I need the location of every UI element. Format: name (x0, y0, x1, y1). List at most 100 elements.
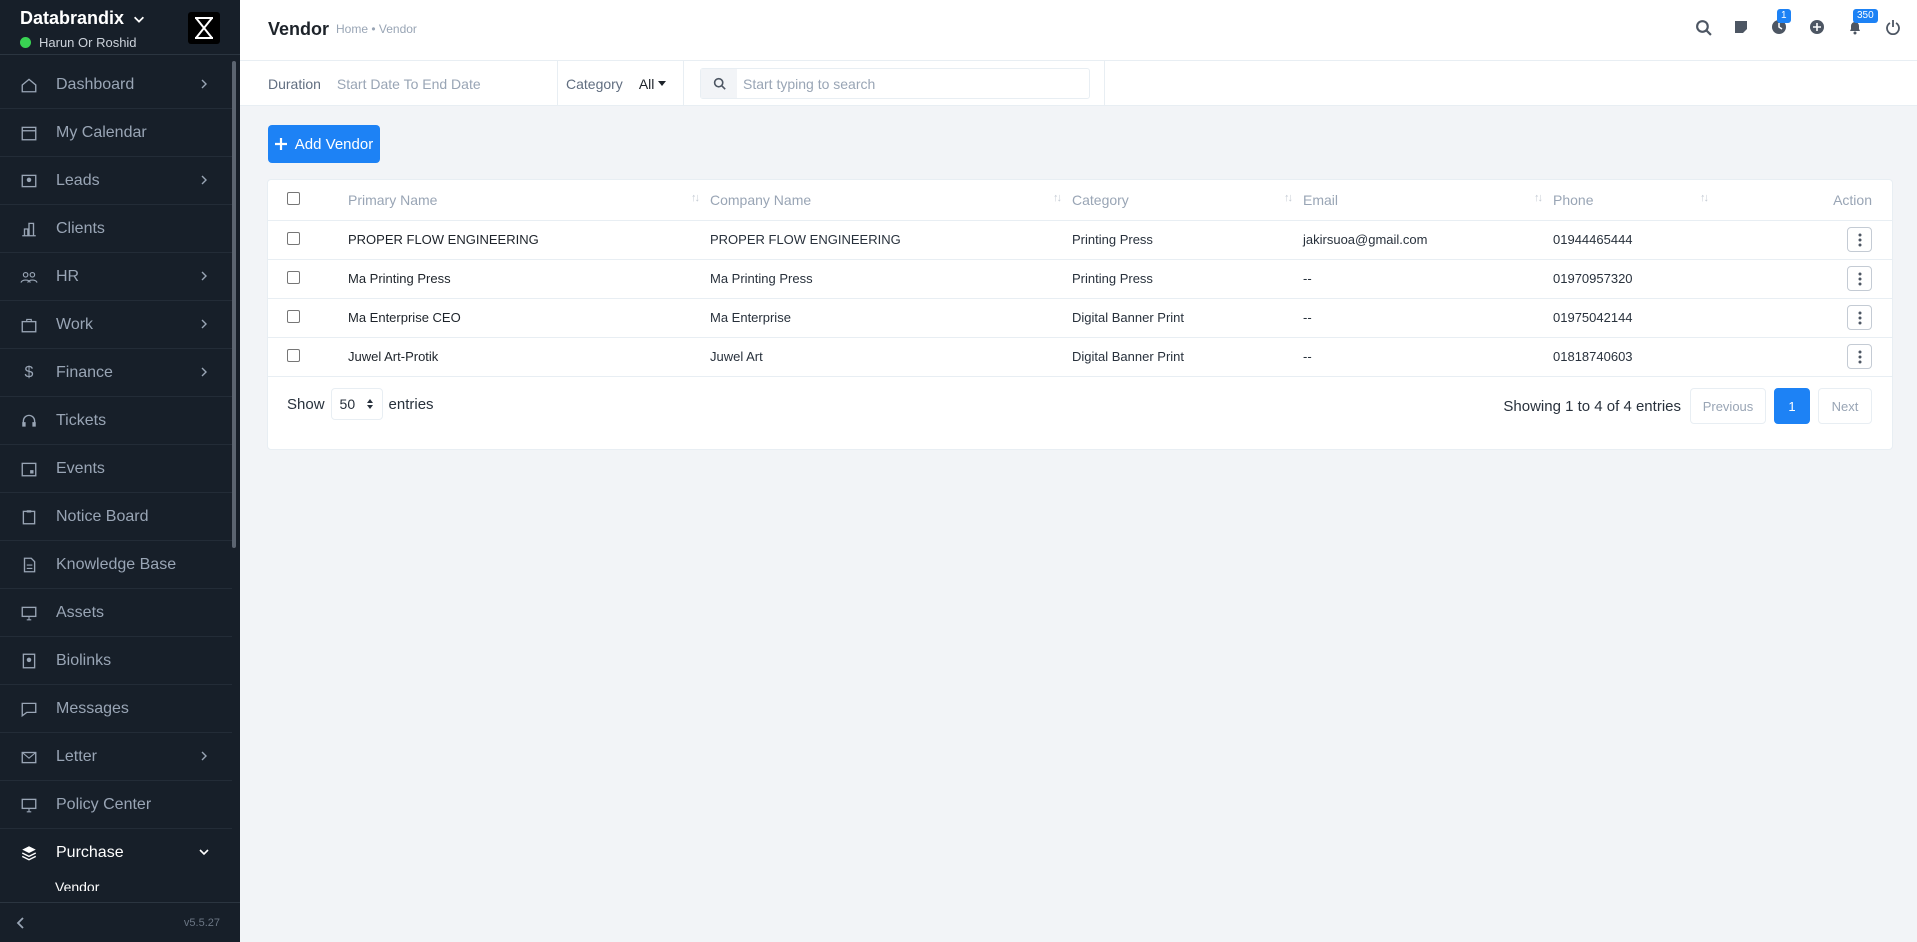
column-label: Email (1303, 191, 1339, 208)
sidebar-item-label: Biolinks (56, 651, 112, 669)
search-input[interactable] (737, 75, 1077, 92)
previous-page-button[interactable]: Previous (1690, 388, 1766, 424)
table-row: PROPER FLOW ENGINEERING PROPER FLOW ENGI… (268, 220, 1892, 260)
breadcrumb: Home • Vendor (336, 22, 417, 36)
logo-icon (195, 17, 213, 39)
row-actions-button[interactable] (1847, 344, 1872, 369)
row-actions-button[interactable] (1847, 266, 1872, 291)
column-category[interactable]: Category ↑↓ (1072, 180, 1303, 221)
sidebar-item-messages[interactable]: Messages (0, 685, 232, 733)
sidebar-item-assets[interactable]: Assets (0, 589, 232, 637)
column-company-name[interactable]: Company Name ↑↓ (710, 180, 1072, 221)
column-primary-name[interactable]: Primary Name ↑↓ (348, 180, 710, 221)
add-vendor-button[interactable]: Add Vendor (268, 125, 380, 163)
sidebar-item-finance[interactable]: $ Finance (0, 349, 232, 397)
page-title: Vendor (268, 19, 330, 39)
category-filter[interactable]: Category All (558, 61, 684, 106)
app-logo[interactable] (188, 12, 220, 44)
sidebar-item-knowledge-base[interactable]: Knowledge Base (0, 541, 232, 589)
online-status-icon (20, 37, 31, 48)
user-name: Harun Or Roshid (39, 35, 137, 50)
chat-icon (20, 700, 38, 718)
layers-icon (20, 844, 38, 862)
clock-icon[interactable]: 1 (1769, 9, 1791, 37)
company-name: Databrandix (20, 8, 125, 28)
plus-icon (274, 138, 287, 150)
sidebar-item-label: Purchase (56, 844, 124, 861)
show-label: Show (287, 395, 325, 413)
duration-filter[interactable]: Duration Start Date To End Date (240, 61, 558, 106)
select-all-checkbox[interactable] (287, 191, 300, 205)
sidebar-scrollbar[interactable] (232, 61, 236, 548)
bell-icon[interactable]: 350 (1845, 9, 1878, 37)
sidebar-item-dashboard[interactable]: Dashboard (0, 61, 232, 109)
chevron-down-icon (199, 849, 209, 856)
sidebar-item-biolinks[interactable]: Biolinks (0, 637, 232, 685)
row-actions-button[interactable] (1847, 227, 1872, 252)
header-actions: 1 350 (1693, 9, 1903, 37)
column-label: Action (1833, 191, 1872, 208)
kebab-menu-icon (1858, 350, 1861, 363)
sticky-note-icon[interactable] (1731, 17, 1751, 37)
sidebar-item-letter[interactable]: Letter (0, 733, 232, 781)
primary-name-cell[interactable]: PROPER FLOW ENGINEERING (348, 220, 710, 260)
phone-cell: 01975042144 (1553, 298, 1707, 338)
category-cell: Digital Banner Print (1072, 298, 1303, 338)
row-actions-button[interactable] (1847, 305, 1872, 330)
sidebar-item-label: Leads (56, 171, 100, 189)
column-email[interactable]: Email ↑↓ (1303, 180, 1553, 221)
primary-name-cell[interactable]: Ma Enterprise CEO (348, 298, 710, 338)
row-checkbox[interactable] (287, 231, 300, 245)
next-page-button[interactable]: Next (1818, 388, 1872, 424)
row-checkbox[interactable] (287, 270, 300, 284)
notification-badge: 350 (1853, 9, 1878, 23)
collapse-sidebar-icon[interactable] (14, 916, 28, 930)
calendar-icon (20, 124, 38, 142)
sidebar-item-notice-board[interactable]: Notice Board (0, 493, 232, 541)
sidebar-item-label: Letter (56, 747, 97, 765)
sidebar-menu: Dashboard My Calendar Leads Clients HR W… (0, 61, 232, 891)
search-field[interactable] (700, 68, 1090, 99)
sidebar-item-label: Notice Board (56, 507, 149, 525)
power-icon[interactable] (1883, 17, 1903, 37)
sidebar-item-label: Clients (56, 219, 105, 237)
sidebar-item-policy-center[interactable]: Policy Center (0, 781, 232, 829)
sidebar-header: Databrandix Harun Or Roshid (0, 0, 240, 55)
entries-select[interactable]: 50 (330, 388, 383, 420)
add-circle-icon[interactable] (1807, 17, 1827, 37)
sidebar-item-clients[interactable]: Clients (0, 205, 232, 253)
column-action: Action (1707, 180, 1892, 221)
chevron-down-icon (134, 16, 145, 23)
row-checkbox[interactable] (287, 348, 300, 362)
sidebar-item-work[interactable]: Work (0, 301, 232, 349)
sidebar-item-label: Events (56, 459, 105, 477)
sort-arrows-icon (366, 399, 373, 409)
sidebar-item-events[interactable]: Events (0, 445, 232, 493)
search-icon (701, 69, 737, 98)
primary-name-cell[interactable]: Juwel Art-Protik (348, 337, 710, 377)
category-select[interactable]: All (639, 76, 667, 92)
sidebar-item-purchase[interactable]: Purchase (0, 829, 232, 877)
column-label: Company Name (710, 191, 812, 208)
action-cell (1707, 298, 1892, 338)
primary-name-cell[interactable]: Ma Printing Press (348, 259, 710, 299)
clock-badge: 1 (1777, 9, 1791, 23)
date-range-input[interactable]: Start Date To End Date (337, 76, 481, 92)
action-cell (1707, 259, 1892, 299)
column-phone[interactable]: Phone ↑↓ (1553, 180, 1709, 221)
sidebar-item-hr[interactable]: HR (0, 253, 232, 301)
briefcase-icon (20, 316, 38, 334)
sidebar-item-tickets[interactable]: Tickets (0, 397, 232, 445)
search-icon[interactable] (1693, 17, 1713, 37)
sidebar-subitem-vendor[interactable]: Vendor (0, 877, 232, 891)
monitor-icon (20, 604, 38, 622)
filter-bar: Duration Start Date To End Date Category… (240, 61, 1917, 106)
row-checkbox[interactable] (287, 309, 300, 323)
page-1-button[interactable]: 1 (1774, 388, 1810, 424)
sidebar-item-leads[interactable]: Leads (0, 157, 232, 205)
kebab-menu-icon (1858, 233, 1861, 246)
sort-icon: ↑↓ (1534, 192, 1543, 204)
sidebar-item-my-calendar[interactable]: My Calendar (0, 109, 232, 157)
sidebar-item-label: HR (56, 267, 80, 285)
table-info: Showing 1 to 4 of 4 entries (1503, 398, 1681, 415)
